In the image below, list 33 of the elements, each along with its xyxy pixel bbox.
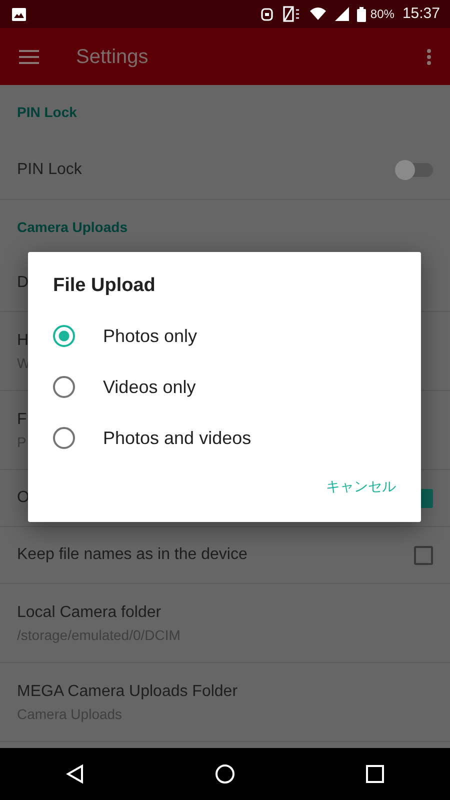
row-title: PIN Lock (17, 160, 82, 180)
row-title: D (17, 273, 29, 293)
more-options-icon[interactable] (426, 48, 432, 66)
battery-percent: 80% (370, 6, 394, 23)
image-icon (12, 8, 26, 20)
radio-button[interactable] (53, 427, 75, 449)
radio-button[interactable] (53, 325, 75, 347)
signal-icon (335, 7, 350, 21)
dialog-title: File Upload (53, 274, 156, 298)
row-title: Local Camera folder (17, 602, 162, 622)
row-title: H (17, 330, 30, 350)
row-title: F (17, 410, 27, 430)
radio-option[interactable]: Photos and videos (53, 412, 396, 464)
home-icon[interactable] (214, 764, 235, 784)
menu-icon[interactable] (18, 48, 40, 64)
settings-row[interactable]: Keep file names as in the device (0, 527, 450, 584)
cancel-button[interactable]: キャンセル (326, 472, 396, 500)
radio-option[interactable]: Photos only (53, 310, 396, 362)
wifi-icon (309, 6, 328, 22)
recents-icon[interactable] (366, 765, 384, 783)
clock: 15:37 (402, 4, 440, 24)
radio-button[interactable] (53, 376, 75, 398)
settings-row[interactable]: PIN Lock (0, 140, 450, 200)
row-title: MEGA Camera Uploads Folder (17, 682, 238, 702)
radio-option[interactable]: Videos only (53, 362, 396, 412)
back-icon[interactable] (66, 764, 84, 784)
screen-title: Settings (76, 44, 148, 70)
section-header: PIN Lock (17, 103, 77, 122)
checkbox[interactable] (414, 546, 433, 564)
section-header: Camera Uploads (17, 218, 128, 237)
battery-icon (357, 6, 366, 22)
toggle-switch[interactable] (397, 162, 433, 176)
row-title: Keep file names as in the device (17, 545, 248, 565)
